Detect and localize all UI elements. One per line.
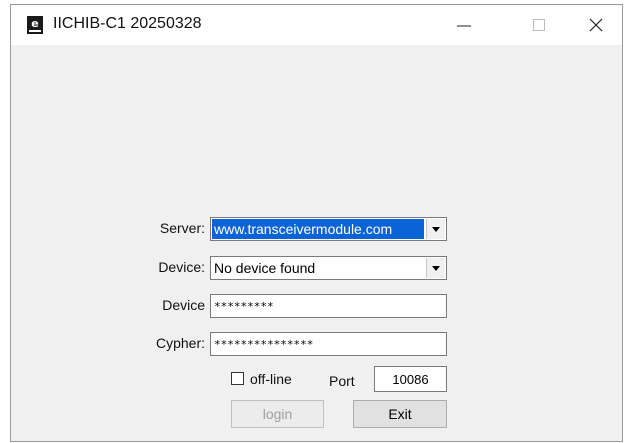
chevron-down-icon: [432, 226, 440, 232]
device-select-label: Device:: [158, 259, 205, 275]
server-label: Server:: [159, 220, 205, 236]
close-button[interactable]: [573, 5, 619, 45]
svg-text:e: e: [31, 17, 38, 30]
minimize-button[interactable]: [441, 5, 487, 45]
app-icon: e: [27, 16, 43, 34]
device-select-value: No device found: [214, 260, 316, 276]
offline-label[interactable]: off-line: [250, 371, 292, 387]
maximize-icon: [533, 19, 545, 31]
server-value: www.transceivermodule.com: [212, 219, 424, 239]
cypher-field[interactable]: ***************: [210, 332, 447, 356]
close-icon: [589, 18, 603, 32]
cypher-label: Cypher:: [155, 335, 205, 351]
device-dropdown-button[interactable]: [426, 258, 445, 278]
title-bar[interactable]: e IICHIB-C1 20250328: [11, 5, 622, 45]
minimize-icon: [457, 25, 471, 27]
port-field[interactable]: 10086: [374, 366, 447, 392]
device-combobox[interactable]: No device found: [210, 256, 447, 280]
server-dropdown-button[interactable]: [426, 219, 445, 239]
offline-checkbox[interactable]: [231, 372, 244, 385]
app-window: e IICHIB-C1 20250328 Server: www.transce…: [10, 4, 623, 442]
window-title: IICHIB-C1 20250328: [53, 15, 202, 32]
maximize-button[interactable]: [516, 5, 562, 45]
device-password-label: Device: [162, 297, 205, 313]
server-combobox[interactable]: www.transceivermodule.com: [210, 217, 447, 241]
port-label: Port: [329, 373, 355, 389]
exit-button[interactable]: Exit: [353, 400, 447, 428]
chevron-down-icon: [432, 265, 440, 271]
device-password-field[interactable]: *********: [210, 294, 447, 318]
login-button[interactable]: login: [231, 400, 324, 428]
